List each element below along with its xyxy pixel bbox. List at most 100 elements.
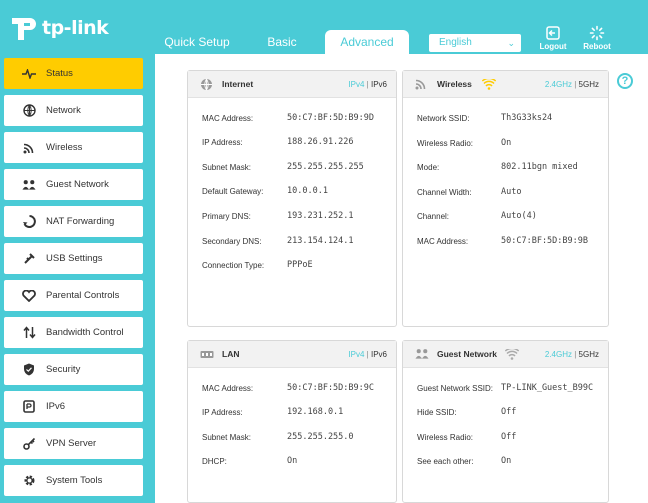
tab-advanced[interactable]: Advanced <box>325 30 409 54</box>
sidebar-item-bandwidth-control[interactable]: Bandwidth Control <box>4 317 143 348</box>
ipv6-toggle[interactable]: IPv6 <box>371 80 387 89</box>
row-label: Channel Width: <box>417 188 472 197</box>
reboot-button[interactable]: Reboot <box>577 25 617 51</box>
lan-row-subnet: Subnet Mask: 255.255.255.0 <box>202 432 354 442</box>
internet-row-subnet: Subnet Mask: 255.255.255.255 <box>202 162 364 172</box>
row-label: MAC Address: <box>202 384 254 393</box>
row-label: Guest Network SSID: <box>417 384 494 393</box>
row-label: See each other: <box>417 457 474 466</box>
row-label: DHCP: <box>202 457 227 466</box>
logout-label: Logout <box>539 42 567 51</box>
tp-link-logo-icon <box>12 18 36 40</box>
wifi-off-icon <box>505 348 519 360</box>
guest-network-card: Guest Network 2.4GHz | 5GHz Guest Networ… <box>402 340 609 503</box>
wireless-card-header: Wireless 2.4GHz | 5GHz <box>403 71 608 98</box>
row-label: MAC Address: <box>202 114 254 123</box>
sidebar-item-label: Parental Controls <box>46 290 120 301</box>
row-label: Wireless Radio: <box>417 433 474 442</box>
logout-button[interactable]: Logout <box>533 25 573 51</box>
row-value: Auto(4) <box>501 211 537 221</box>
row-label: MAC Address: <box>417 237 469 246</box>
sidebar-item-security[interactable]: Security <box>4 354 143 385</box>
language-value: English <box>439 37 472 48</box>
band-24ghz-toggle[interactable]: 2.4GHz <box>545 350 572 359</box>
sidebar-item-system-tools[interactable]: System Tools <box>4 465 143 496</box>
wireless-row-ssid: Network SSID: Th3G33ks24 <box>417 113 552 123</box>
sidebar: Status Network Wireless Guest Network NA… <box>0 54 155 503</box>
wireless-row-mode: Mode: 802.11bgn mixed <box>417 162 578 172</box>
sidebar-item-parental-controls[interactable]: Parental Controls <box>4 280 143 311</box>
guest-users-icon <box>22 178 36 192</box>
globe-icon <box>22 104 36 118</box>
row-value: 255.255.255.255 <box>287 162 364 172</box>
row-value: 50:C7:BF:5D:B9:9C <box>287 383 374 393</box>
row-value: Auto <box>501 187 522 197</box>
row-label: Secondary DNS: <box>202 237 262 246</box>
wireless-card: Wireless 2.4GHz | 5GHz Network SSID: Th3G… <box>402 70 609 327</box>
ipv4-toggle[interactable]: IPv4 <box>348 350 364 359</box>
sidebar-item-label: System Tools <box>46 475 103 486</box>
wifi-on-icon <box>481 78 496 90</box>
key-icon <box>22 437 36 451</box>
ipv6-icon <box>22 400 36 414</box>
ipv4-toggle[interactable]: IPv4 <box>348 80 364 89</box>
internet-row-secondary-dns: Secondary DNS: 213.154.124.1 <box>202 236 354 246</box>
chevron-down-icon: ⌄ <box>507 38 515 48</box>
sidebar-item-label: USB Settings <box>46 253 103 264</box>
sidebar-item-ipv6[interactable]: IPv6 <box>4 391 143 422</box>
internet-row-connection-type: Connection Type: PPPoE <box>202 260 313 270</box>
internet-row-ip: IP Address: 188.26.91.226 <box>202 137 354 147</box>
band-24ghz-toggle[interactable]: 2.4GHz <box>545 80 572 89</box>
band-5ghz-toggle[interactable]: 5GHz <box>579 350 599 359</box>
band-5ghz-toggle[interactable]: 5GHz <box>579 80 599 89</box>
guest-title: Guest Network <box>437 349 497 359</box>
tab-basic[interactable]: Basic <box>254 30 310 54</box>
help-button[interactable]: ? <box>617 73 633 89</box>
row-label: Mode: <box>417 163 440 172</box>
internet-row-gateway: Default Gateway: 10.0.0.1 <box>202 186 328 196</box>
sidebar-item-vpn-server[interactable]: VPN Server <box>4 428 143 459</box>
wireless-title: Wireless <box>437 79 472 89</box>
row-label: Wireless Radio: <box>417 139 474 148</box>
reboot-label: Reboot <box>583 42 611 51</box>
row-value: 10.0.0.1 <box>287 186 328 196</box>
lan-row-dhcp: DHCP: On <box>202 456 297 466</box>
updown-arrows-icon <box>22 326 36 340</box>
sidebar-item-usb-settings[interactable]: USB Settings <box>4 243 143 274</box>
guest-network-card-header: Guest Network 2.4GHz | 5GHz <box>403 341 608 368</box>
row-value: Off <box>501 407 517 417</box>
sidebar-item-nat-forwarding[interactable]: NAT Forwarding <box>4 206 143 237</box>
sidebar-item-label: NAT Forwarding <box>46 216 115 227</box>
row-value: TP-LINK_Guest_B99C <box>501 383 594 393</box>
row-label: Subnet Mask: <box>202 433 251 442</box>
lan-row-mac: MAC Address: 50:C7:BF:5D:B9:9C <box>202 383 374 393</box>
wireless-row-channel: Channel: Auto(4) <box>417 211 537 221</box>
tab-quick-setup[interactable]: Quick Setup <box>160 30 234 54</box>
row-value: On <box>287 456 298 466</box>
guest-users-icon <box>415 347 429 361</box>
sidebar-item-status[interactable]: Status <box>4 58 143 89</box>
sidebar-item-guest-network[interactable]: Guest Network <box>4 169 143 200</box>
sidebar-item-network[interactable]: Network <box>4 95 143 126</box>
row-label: Connection Type: <box>202 261 265 270</box>
language-select[interactable]: English ⌄ <box>429 34 521 52</box>
row-label: Subnet Mask: <box>202 163 251 172</box>
wireless-row-mac: MAC Address: 50:C7:BF:5D:B9:9B <box>417 236 588 246</box>
row-value: 50:C7:BF:5D:B9:9B <box>501 236 588 246</box>
guest-row-ssid: Guest Network SSID: TP-LINK_Guest_B99C <box>417 383 593 393</box>
row-value: Off <box>501 432 517 442</box>
row-label: Primary DNS: <box>202 212 251 221</box>
sidebar-item-wireless[interactable]: Wireless <box>4 132 143 163</box>
globe-icon <box>200 77 214 91</box>
wireless-row-radio: Wireless Radio: On <box>417 138 511 148</box>
top-header: tp-link Quick Setup Basic Advanced Engli… <box>0 0 648 54</box>
ipv6-toggle[interactable]: IPv6 <box>371 350 387 359</box>
tp-link-logo[interactable]: tp-link <box>8 14 109 42</box>
row-label: Network SSID: <box>417 114 470 123</box>
wifi-icon <box>415 77 429 91</box>
row-value: 193.231.252.1 <box>287 211 354 221</box>
sidebar-item-label: Security <box>46 364 81 375</box>
sidebar-item-label: Guest Network <box>46 179 109 190</box>
row-label: IP Address: <box>202 138 243 147</box>
row-value: 188.26.91.226 <box>287 137 354 147</box>
